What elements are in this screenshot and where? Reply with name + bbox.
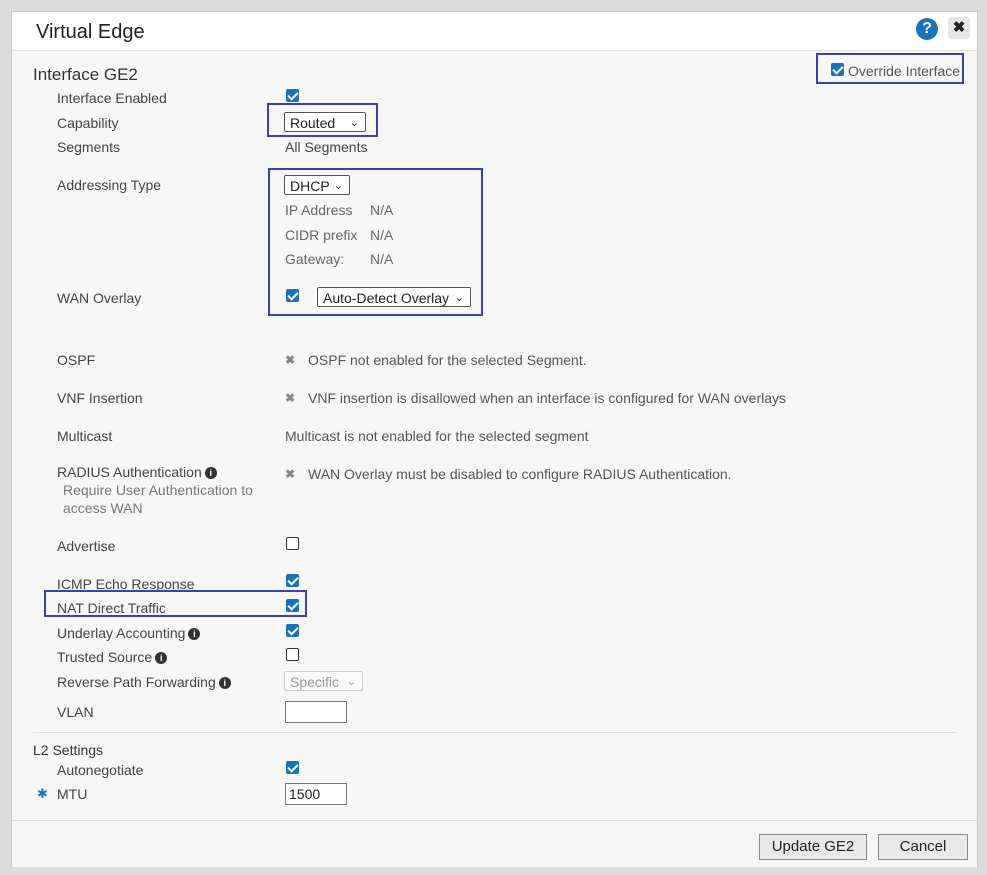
cancel-button[interactable]: Cancel xyxy=(878,834,968,860)
nat-direct-label: NAT Direct Traffic xyxy=(57,600,166,616)
wan-overlay-checkbox[interactable] xyxy=(286,289,299,302)
advertise-checkbox[interactable] xyxy=(286,537,299,550)
chevron-down-icon: ⌄ xyxy=(454,292,464,304)
wan-overlay-label: WAN Overlay xyxy=(57,290,142,306)
vnf-insertion-label: VNF Insertion xyxy=(57,390,143,406)
mtu-input[interactable]: 1500 xyxy=(285,783,347,805)
rpf-text: Reverse Path Forwarding xyxy=(57,674,216,690)
autonegotiate-checkbox[interactable] xyxy=(286,761,299,774)
required-asterisk-icon: ✱ xyxy=(37,786,48,801)
interface-enabled-checkbox[interactable] xyxy=(286,89,299,102)
wan-overlay-select[interactable]: Auto-Detect Overlay ⌄ xyxy=(317,287,471,307)
ospf-status: OSPF not enabled for the selected Segmen… xyxy=(308,352,587,368)
capability-select[interactable]: Routed ⌄ xyxy=(284,112,366,132)
underlay-accounting-text: Underlay Accounting xyxy=(57,625,186,641)
info-icon[interactable]: i xyxy=(204,467,217,479)
info-icon[interactable]: i xyxy=(188,628,201,640)
dialog-footer: Update GE2 Cancel xyxy=(12,820,977,867)
addressing-type-select[interactable]: DHCP ⌄ xyxy=(284,175,350,195)
override-interface-label: Override Interface xyxy=(848,63,961,79)
l2-settings-title: L2 Settings xyxy=(33,742,104,758)
gateway-label: Gateway: xyxy=(285,251,345,267)
ip-address-label: IP Address xyxy=(285,202,353,218)
rpf-label: Reverse Path Forwarding i xyxy=(57,674,231,690)
ospf-label: OSPF xyxy=(57,352,96,368)
radius-sub-line2: access WAN xyxy=(63,500,143,516)
chevron-down-icon: ⌄ xyxy=(333,180,343,192)
radius-status: WAN Overlay must be disabled to configur… xyxy=(308,466,732,482)
cidr-prefix-label: CIDR prefix xyxy=(285,227,358,243)
rpf-value: Specific xyxy=(290,674,340,690)
override-interface-checkbox[interactable] xyxy=(831,63,844,76)
interface-enabled-label: Interface Enabled xyxy=(57,90,167,106)
dialog-title: Virtual Edge xyxy=(36,21,145,43)
info-icon[interactable]: i xyxy=(155,652,168,664)
nat-direct-checkbox[interactable] xyxy=(286,599,299,612)
gateway-value: N/A xyxy=(370,251,394,267)
underlay-accounting-checkbox[interactable] xyxy=(286,624,299,637)
addressing-type-label: Addressing Type xyxy=(57,177,162,193)
segments-label: Segments xyxy=(57,139,121,155)
dialog-titlebar: Virtual Edge ? ✖ xyxy=(12,12,977,51)
trusted-source-label: Trusted Source i xyxy=(57,649,168,665)
ip-address-value: N/A xyxy=(370,202,394,218)
wan-overlay-value: Auto-Detect Overlay xyxy=(323,290,450,306)
chevron-down-icon: ⌄ xyxy=(349,117,359,129)
rpf-select[interactable]: Specific ⌄ xyxy=(284,671,363,691)
capability-value: Routed xyxy=(290,115,336,131)
update-button[interactable]: Update GE2 xyxy=(759,834,867,860)
virtual-edge-dialog: Virtual Edge ? ✖ Interface GE2 Override … xyxy=(11,11,978,867)
section-title: Interface GE2 xyxy=(33,65,138,84)
icmp-echo-checkbox[interactable] xyxy=(286,574,299,587)
segments-value: All Segments xyxy=(285,139,368,155)
radius-sub-line1: Require User Authentication to xyxy=(63,482,253,498)
addressing-type-value: DHCP xyxy=(290,178,330,194)
vlan-input[interactable] xyxy=(285,701,347,723)
advertise-label: Advertise xyxy=(57,538,116,554)
divider xyxy=(33,732,957,733)
info-icon[interactable]: i xyxy=(218,677,231,689)
multicast-label: Multicast xyxy=(57,428,113,444)
trusted-source-checkbox[interactable] xyxy=(286,648,299,661)
close-icon[interactable]: ✖ xyxy=(948,17,970,39)
vnf-insertion-status: VNF insertion is disallowed when an inte… xyxy=(308,390,787,406)
trusted-source-text: Trusted Source xyxy=(57,649,153,665)
x-icon: ✖ xyxy=(285,391,296,405)
x-icon: ✖ xyxy=(285,467,296,481)
radius-auth-text: RADIUS Authentication xyxy=(57,464,202,480)
radius-auth-label: RADIUS Authentication i xyxy=(57,464,217,480)
capability-label: Capability xyxy=(57,115,119,131)
multicast-status: Multicast is not enabled for the selecte… xyxy=(285,428,589,444)
help-icon[interactable]: ? xyxy=(916,18,938,40)
underlay-accounting-label: Underlay Accounting i xyxy=(57,625,201,641)
vlan-label: VLAN xyxy=(57,704,94,720)
cidr-prefix-value: N/A xyxy=(370,227,394,243)
autonegotiate-label: Autonegotiate xyxy=(57,762,144,778)
x-icon: ✖ xyxy=(285,353,296,367)
chevron-down-icon: ⌄ xyxy=(346,676,356,688)
mtu-label: MTU xyxy=(57,786,88,802)
